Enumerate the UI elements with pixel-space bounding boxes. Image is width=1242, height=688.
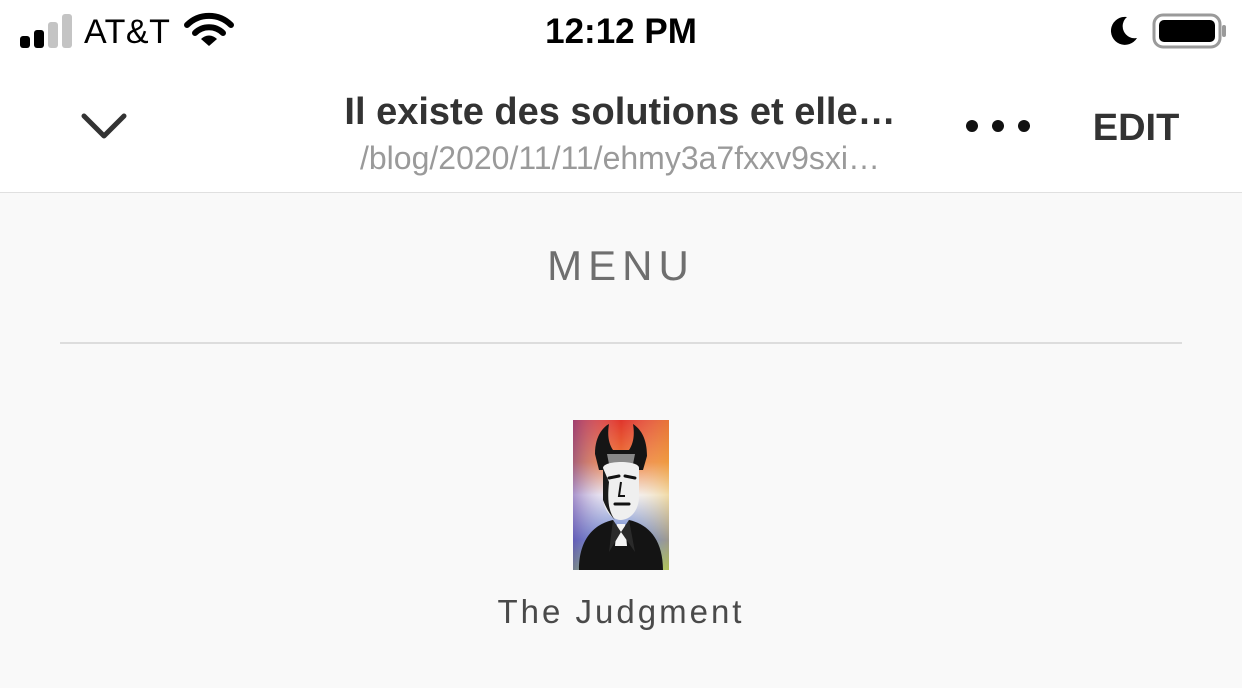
carrier-name: AT&T [84,13,171,51]
battery-icon [1152,13,1226,49]
page-content: MENU The Judgment [0,193,1242,688]
phone-screen: AT&T 12:12 PM Il existe des solutions et… [0,0,1242,688]
artwork-thumbnail[interactable] [573,420,669,570]
page-title: Il existe des solutions et elle… [344,91,896,133]
cellular-signal-icon [20,14,72,48]
page-title-block: Il existe des solutions et elle… /blog/2… [270,88,970,180]
wifi-icon [184,12,234,46]
page-url: /blog/2020/11/11/ehmy3a7fxxv9sxi… [359,140,880,176]
artwork-caption[interactable]: The Judgment [0,590,1242,634]
status-bar: AT&T 12:12 PM [0,0,1242,64]
edit-button[interactable]: EDIT [1080,102,1192,154]
more-dots-icon[interactable] [962,116,1034,136]
menu-link[interactable]: MENU [0,239,1242,293]
chevron-down-icon[interactable] [78,106,130,146]
navigation-bar: Il existe des solutions et elle… /blog/2… [0,64,1242,193]
do-not-disturb-moon-icon [1110,16,1137,45]
divider [60,342,1182,344]
